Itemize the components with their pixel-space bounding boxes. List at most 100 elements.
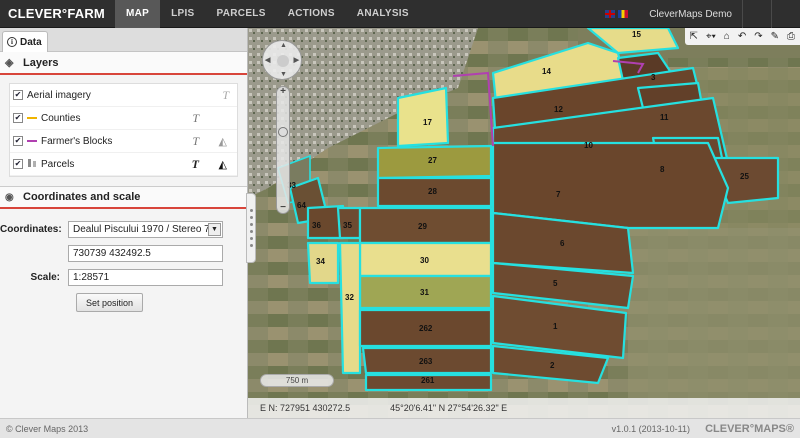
parcel-label: 1 <box>553 322 558 331</box>
info-icon: i <box>7 37 17 47</box>
nav-actions[interactable]: ACTIONS <box>277 0 346 28</box>
pan-right-icon[interactable]: ▶ <box>294 56 299 64</box>
coordinates-input[interactable]: 730739 432492.5 <box>68 244 223 262</box>
layer-checkbox[interactable]: ✔ <box>13 136 23 146</box>
coordinates-title: Coordinates and scale <box>23 191 141 203</box>
zoom-in-icon[interactable]: + <box>277 86 289 97</box>
parcel-label: 15 <box>632 30 641 39</box>
zoom-handle[interactable] <box>278 127 288 137</box>
measure-icon[interactable]: ✎ <box>771 28 779 45</box>
chevron-down-icon[interactable]: ▼ <box>208 222 221 236</box>
parcel-label: 30 <box>420 256 429 265</box>
latlon-coordinates: 45°20'6.41" N 27°54'26.32" E <box>390 403 508 413</box>
home-icon[interactable]: ⌂ <box>724 28 730 45</box>
coordinates-value-row: 730739 432492.5 <box>0 241 247 265</box>
flag-uk-icon[interactable] <box>605 10 616 18</box>
label-toggle-icon[interactable]: T <box>192 111 199 126</box>
parcel-label: 261 <box>421 376 435 385</box>
coordinates-label: Coordinates: <box>0 223 62 235</box>
parcel-label: 12 <box>554 105 563 114</box>
parcel-label: 64 <box>297 201 306 210</box>
panel-collapse-handle[interactable] <box>246 193 256 263</box>
nav-parcels[interactable]: PARCELS <box>206 0 277 28</box>
label-toggle-icon[interactable]: T <box>192 134 199 149</box>
label-toggle-icon[interactable]: T <box>222 88 229 103</box>
pan-left-icon[interactable]: ◀ <box>265 56 270 64</box>
parcel-label: 31 <box>420 288 429 297</box>
parcel-label: 17 <box>423 118 432 127</box>
parcel-label: 27 <box>428 156 437 165</box>
blocks-line-icon <box>27 135 37 147</box>
set-position-button[interactable]: Set position <box>76 293 144 312</box>
layer-list: ✔ Aerial imagery T ✔ Counties T ✔ Farmer… <box>9 83 238 177</box>
layer-label: Parcels <box>41 158 75 170</box>
parcel-label: 263 <box>419 357 433 366</box>
layer-label: Counties <box>41 112 81 124</box>
layer-checkbox[interactable]: ✔ <box>13 90 23 100</box>
parcel-label: 10 <box>584 141 593 150</box>
layers-title: Layers <box>23 56 59 69</box>
scale-bar: 750 m <box>260 374 334 387</box>
parcel-label: 25 <box>740 172 749 181</box>
layer-checkbox[interactable]: ✔ <box>13 113 23 123</box>
aerial-map[interactable]: 15 14 3 12 11 17 10 8 25 27 7 28 33 64 3… <box>248 28 800 418</box>
parcels-symbol-icon <box>27 158 37 171</box>
layer-checkbox[interactable]: ✔ <box>13 159 23 169</box>
lasso-tool-icon[interactable]: ⌖▾ <box>706 28 716 45</box>
info-icon[interactable] <box>771 0 800 28</box>
power-icon[interactable] <box>742 0 771 28</box>
scale-row: Scale: 1:28571 <box>0 265 247 289</box>
map-view[interactable]: 15 14 3 12 11 17 10 8 25 27 7 28 33 64 3… <box>248 28 800 418</box>
parcel-label: 34 <box>316 257 325 266</box>
parcel-label: 28 <box>428 187 437 196</box>
fill-bucket-icon[interactable]: ◭ <box>219 158 227 171</box>
layer-counties: ✔ Counties T <box>10 107 237 130</box>
coordinate-system-select[interactable]: Dealul Piscului 1970 / Stereo 70 ▼ <box>68 220 223 238</box>
layer-label: Farmer's Blocks <box>41 135 113 147</box>
zoom-out-icon[interactable]: − <box>277 202 289 213</box>
parcel-label: 35 <box>343 221 352 230</box>
footer-brand-logo[interactable]: CLEVER°MAPS® <box>705 423 794 435</box>
top-bar: CLEVER°FARM MAP LPIS PARCELS ACTIONS ANA… <box>0 0 800 28</box>
redo-icon[interactable]: ↷ <box>754 28 762 45</box>
nav-map[interactable]: MAP <box>114 0 161 28</box>
scale-input[interactable]: 1:28571 <box>68 268 223 286</box>
coordinates-header[interactable]: ◉ Coordinates and scale <box>0 186 247 209</box>
pan-control[interactable]: ▲ ▼ ◀ ▶ <box>262 40 302 80</box>
coordinate-readout: E N: 727951 430272.5 45°20'6.41" N 27°54… <box>248 398 800 418</box>
counties-line-icon <box>27 112 37 124</box>
main-nav: MAP LPIS PARCELS ACTIONS ANALYSIS <box>114 0 420 28</box>
layers-header[interactable]: ◈ Layers <box>0 52 247 75</box>
parcel-label: 36 <box>312 221 321 230</box>
map-toolbar: ⇱ ⌖▾ ⌂ ↶ ↷ ✎ ⎙ <box>684 28 800 45</box>
scale-label: Scale: <box>30 271 60 283</box>
tab-data[interactable]: i Data <box>2 31 48 52</box>
app-logo[interactable]: CLEVER°FARM <box>0 6 115 21</box>
left-panel: i Data ◈ Layers ✔ Aerial imagery T ✔ Cou… <box>0 28 248 418</box>
select-tool-icon[interactable]: ⇱ <box>690 28 698 45</box>
parcel-label: 14 <box>542 67 551 76</box>
layer-aerial-imagery: ✔ Aerial imagery T <box>10 84 237 107</box>
user-name[interactable]: CleverMaps Demo <box>649 9 732 20</box>
zoom-slider[interactable]: + − <box>276 86 290 214</box>
pan-up-icon[interactable]: ▲ <box>280 42 287 49</box>
version: v1.0.1 (2013-10-11) <box>611 423 690 434</box>
nav-analysis[interactable]: ANALYSIS <box>346 0 420 28</box>
fill-bucket-icon[interactable]: ◭ <box>219 135 227 148</box>
label-toggle-icon[interactable]: T <box>192 157 199 172</box>
undo-icon[interactable]: ↶ <box>738 28 746 45</box>
copyright: © Clever Maps 2013 <box>6 423 89 434</box>
parcel-label: 32 <box>345 293 354 302</box>
parcel-label: 5 <box>553 279 558 288</box>
layer-farmers-blocks: ✔ Farmer's Blocks T ◭ <box>10 130 237 153</box>
parcel-label: 11 <box>660 113 669 122</box>
print-icon[interactable]: ⎙ <box>787 28 795 45</box>
parcel-label: 29 <box>418 222 427 231</box>
coordinate-system-row: Coordinates: Dealul Piscului 1970 / Ster… <box>0 217 247 241</box>
parcel-label: 262 <box>419 324 433 333</box>
pan-down-icon[interactable]: ▼ <box>280 71 287 78</box>
layer-parcels: ✔ Parcels T ◭ <box>10 153 237 176</box>
flag-ro-icon[interactable] <box>618 10 629 18</box>
top-right-controls: CleverMaps Demo <box>605 0 800 28</box>
nav-lpis[interactable]: LPIS <box>160 0 205 28</box>
